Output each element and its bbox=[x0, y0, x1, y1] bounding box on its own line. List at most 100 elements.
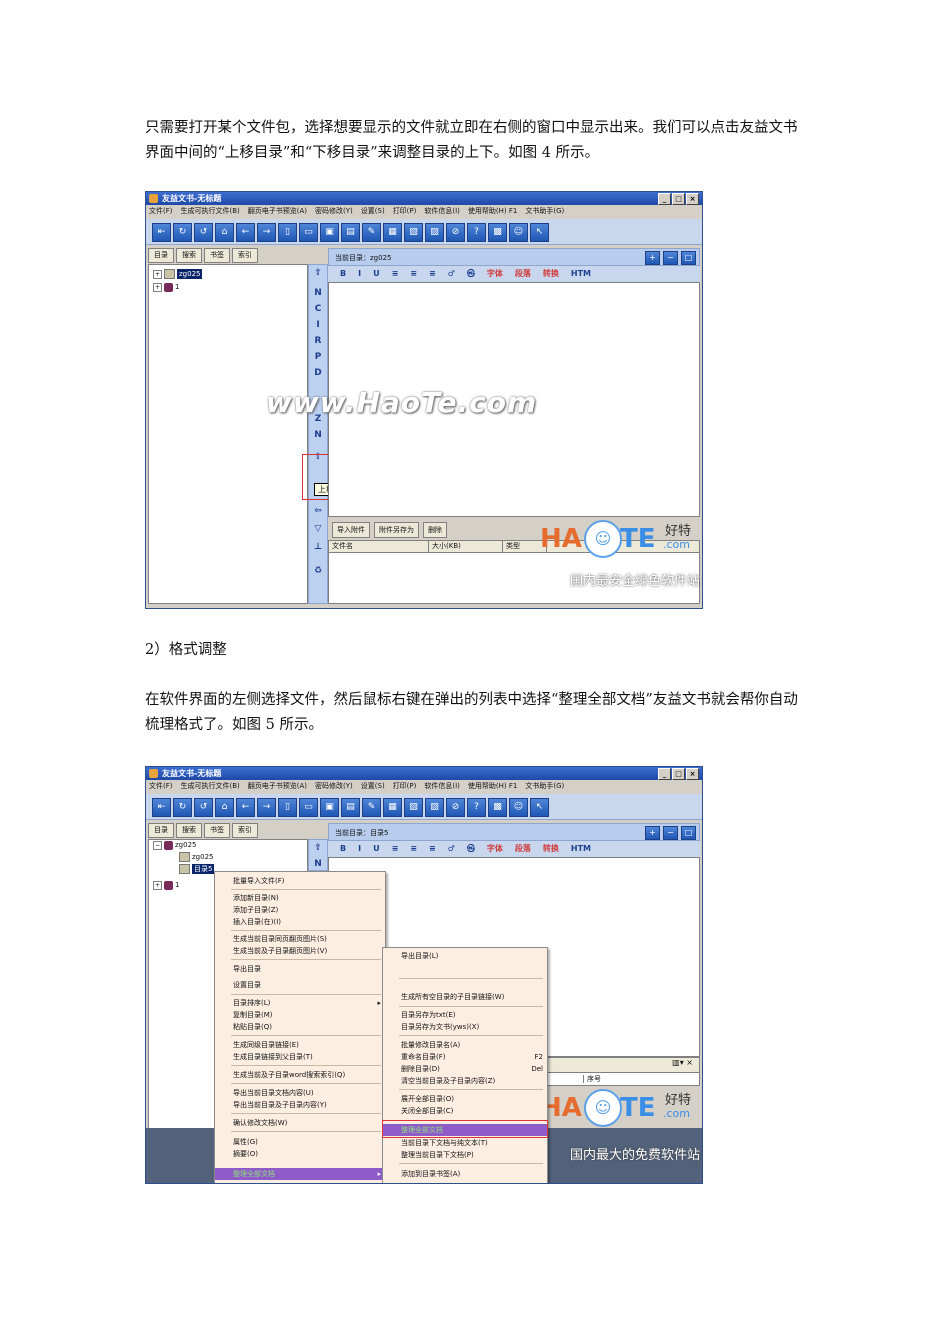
toolbar-button[interactable]: → bbox=[257, 223, 276, 242]
menu-print[interactable]: 打印(P) bbox=[393, 205, 417, 218]
panel-options-icon[interactable]: ▥▾ bbox=[672, 1058, 684, 1067]
menu-print[interactable]: 打印(P) bbox=[393, 780, 417, 793]
color-button[interactable]: ♂ bbox=[448, 841, 455, 857]
tree-node[interactable]: 目录5 bbox=[179, 864, 215, 874]
folder-up-icon[interactable]: ⇪ bbox=[312, 842, 324, 854]
zoom-in-icon[interactable]: + bbox=[645, 826, 660, 840]
zoom-out-icon[interactable]: − bbox=[663, 251, 678, 265]
menu-item-copy-dir[interactable]: 复制目录(M) bbox=[215, 1009, 385, 1021]
toolbar-button[interactable]: ▩ bbox=[488, 798, 507, 817]
menu-item-gen-parent-link[interactable]: 生成目录链接到父目录(T) bbox=[215, 1051, 385, 1063]
tree-node[interactable]: + zg025 bbox=[153, 269, 203, 279]
tab-directory[interactable]: 目录 bbox=[148, 248, 174, 263]
menu-item-sort-dir[interactable]: 目录排序(L) ▸ bbox=[215, 997, 385, 1009]
toolbar-button[interactable]: ← bbox=[236, 798, 255, 817]
maximize-icon[interactable]: □ bbox=[672, 193, 685, 205]
toolbar-button[interactable]: ⇤ bbox=[152, 223, 171, 242]
menu-item-set-dir[interactable]: 设置目录 bbox=[215, 979, 385, 991]
italic-button[interactable]: I bbox=[358, 266, 361, 282]
menu-item-gen-sub-image[interactable]: 生成当前及子目录翻页图片(V) bbox=[215, 945, 385, 957]
toolbar-button[interactable]: ▦ bbox=[383, 798, 402, 817]
side-letter[interactable]: N bbox=[312, 287, 324, 299]
convert-button[interactable]: 转换 bbox=[543, 266, 559, 282]
toolbar-button[interactable]: ↖ bbox=[530, 798, 549, 817]
maximize-icon[interactable]: □ bbox=[672, 768, 685, 780]
menu-build-exe[interactable]: 生成可执行文件(B) bbox=[181, 780, 240, 793]
collapse-icon[interactable]: − bbox=[153, 840, 162, 850]
fullscreen-icon[interactable]: □ bbox=[681, 251, 696, 265]
toolbar-button[interactable]: ? bbox=[467, 223, 486, 242]
toolbar-button[interactable]: ▤ bbox=[341, 798, 360, 817]
menu-settings[interactable]: 设置(S) bbox=[361, 780, 385, 793]
color-button[interactable]: ♂ bbox=[448, 266, 455, 282]
menu-item-export-sub-doc[interactable]: 导出当前目录及子目录内容(Y) bbox=[215, 1099, 385, 1111]
underline-button[interactable]: U bbox=[373, 841, 380, 857]
submenu-item[interactable]: 当前目录下文档与纯文本(T) bbox=[383, 1137, 547, 1149]
zoom-in-icon[interactable]: + bbox=[645, 251, 660, 265]
menu-info[interactable]: 软件信息(I) bbox=[424, 205, 460, 218]
tree-node[interactable]: zg025 bbox=[179, 852, 213, 862]
submenu-item[interactable]: 生成所有空目录的子目录链接(W) bbox=[383, 991, 547, 1003]
menu-item-paste-dir[interactable]: 粘贴目录(Q) bbox=[215, 1021, 385, 1033]
toolbar-button[interactable]: ▣ bbox=[320, 223, 339, 242]
toolbar-button[interactable]: ▩ bbox=[488, 223, 507, 242]
html-button[interactable]: HTM bbox=[571, 841, 591, 857]
folder-up-icon[interactable]: ⇪ bbox=[312, 267, 324, 279]
menu-assistant[interactable]: 文书助手(G) bbox=[525, 780, 564, 793]
menu-item-confirm-edit[interactable]: 确认修改文档(W) bbox=[215, 1117, 385, 1129]
submenu-item[interactable]: 删除目录(D) Del bbox=[383, 1063, 547, 1075]
toolbar-button[interactable]: ⊘ bbox=[446, 223, 465, 242]
toolbar-button[interactable]: ▧ bbox=[404, 223, 423, 242]
menu-item-gen-word-index[interactable]: 生成当前及子目录word搜索索引(Q) bbox=[215, 1069, 385, 1081]
side-letter[interactable]: R bbox=[312, 335, 324, 347]
menu-item-export-doc[interactable]: 导出当前目录文档内容(U) bbox=[215, 1087, 385, 1099]
underline-button[interactable]: U bbox=[373, 266, 380, 282]
funnel-icon[interactable]: ▽ bbox=[312, 523, 324, 535]
menu-file[interactable]: 文件(F) bbox=[149, 780, 173, 793]
expand-icon[interactable]: + bbox=[153, 282, 162, 292]
tab-search[interactable]: 搜索 bbox=[176, 248, 202, 263]
italic-button[interactable]: I bbox=[358, 841, 361, 857]
submenu-item[interactable]: 清空当前目录及子目录内容(Z) bbox=[383, 1075, 547, 1087]
font-button[interactable]: 字体 bbox=[487, 841, 503, 857]
toolbar-button[interactable]: ↻ bbox=[173, 223, 192, 242]
toolbar-button[interactable]: ☺ bbox=[509, 798, 528, 817]
menu-item-summary[interactable]: 摘要(O) bbox=[215, 1148, 385, 1160]
menu-password[interactable]: 密码修改(Y) bbox=[315, 780, 353, 793]
menu-file[interactable]: 文件(F) bbox=[149, 205, 173, 218]
submenu-item[interactable]: 关闭全部目录(C) bbox=[383, 1105, 547, 1117]
toolbar-button[interactable]: ⇤ bbox=[152, 798, 171, 817]
toolbar-button[interactable]: ↺ bbox=[194, 223, 213, 242]
bold-button[interactable]: B bbox=[340, 841, 346, 857]
side-letter[interactable]: C bbox=[312, 303, 324, 315]
toolbar-button[interactable]: → bbox=[257, 798, 276, 817]
close-icon[interactable]: × bbox=[686, 193, 699, 205]
tab-index[interactable]: 索引 bbox=[232, 823, 258, 838]
align-left-button[interactable]: ≡ bbox=[392, 266, 399, 282]
side-letter[interactable]: I bbox=[312, 319, 324, 331]
toolbar-button[interactable]: ✎ bbox=[362, 223, 381, 242]
menu-preview[interactable]: 翻页电子书预览(A) bbox=[248, 205, 307, 218]
bold-button[interactable]: B bbox=[340, 266, 346, 282]
menu-item-organize-all[interactable]: 整理全部文档 ▸ bbox=[215, 1168, 385, 1180]
zoom-out-icon[interactable]: − bbox=[663, 826, 678, 840]
minimize-icon[interactable]: _ bbox=[658, 193, 671, 205]
submenu-item[interactable]: 导出目录(L) bbox=[383, 950, 547, 962]
side-letter[interactable]: P bbox=[312, 351, 324, 363]
toolbar-button[interactable]: ← bbox=[236, 223, 255, 242]
column-size[interactable]: 大小(KB) bbox=[429, 541, 503, 552]
toolbar-button[interactable]: ↺ bbox=[194, 798, 213, 817]
toolbar-button[interactable]: ▯ bbox=[278, 798, 297, 817]
submenu-item[interactable]: 批量修改目录名(A) bbox=[383, 1039, 547, 1051]
menu-password[interactable]: 密码修改(Y) bbox=[315, 205, 353, 218]
fullscreen-icon[interactable]: □ bbox=[681, 826, 696, 840]
menu-item-gen-sibling-link[interactable]: 生成同级目录链接(E) bbox=[215, 1039, 385, 1051]
submenu-item[interactable]: 重命名目录(F) F2 bbox=[383, 1051, 547, 1063]
toolbar-button[interactable]: ▣ bbox=[320, 798, 339, 817]
submenu-item[interactable]: 整理当前目录下文档(P) bbox=[383, 1149, 547, 1161]
toolbar-button[interactable]: ☺ bbox=[509, 223, 528, 242]
menu-assistant[interactable]: 文书助手(G) bbox=[525, 205, 564, 218]
tab-directory[interactable]: 目录 bbox=[148, 823, 174, 838]
html-button[interactable]: HTM bbox=[571, 266, 591, 282]
save-attachment-button[interactable]: 附件另存为 bbox=[374, 522, 419, 538]
